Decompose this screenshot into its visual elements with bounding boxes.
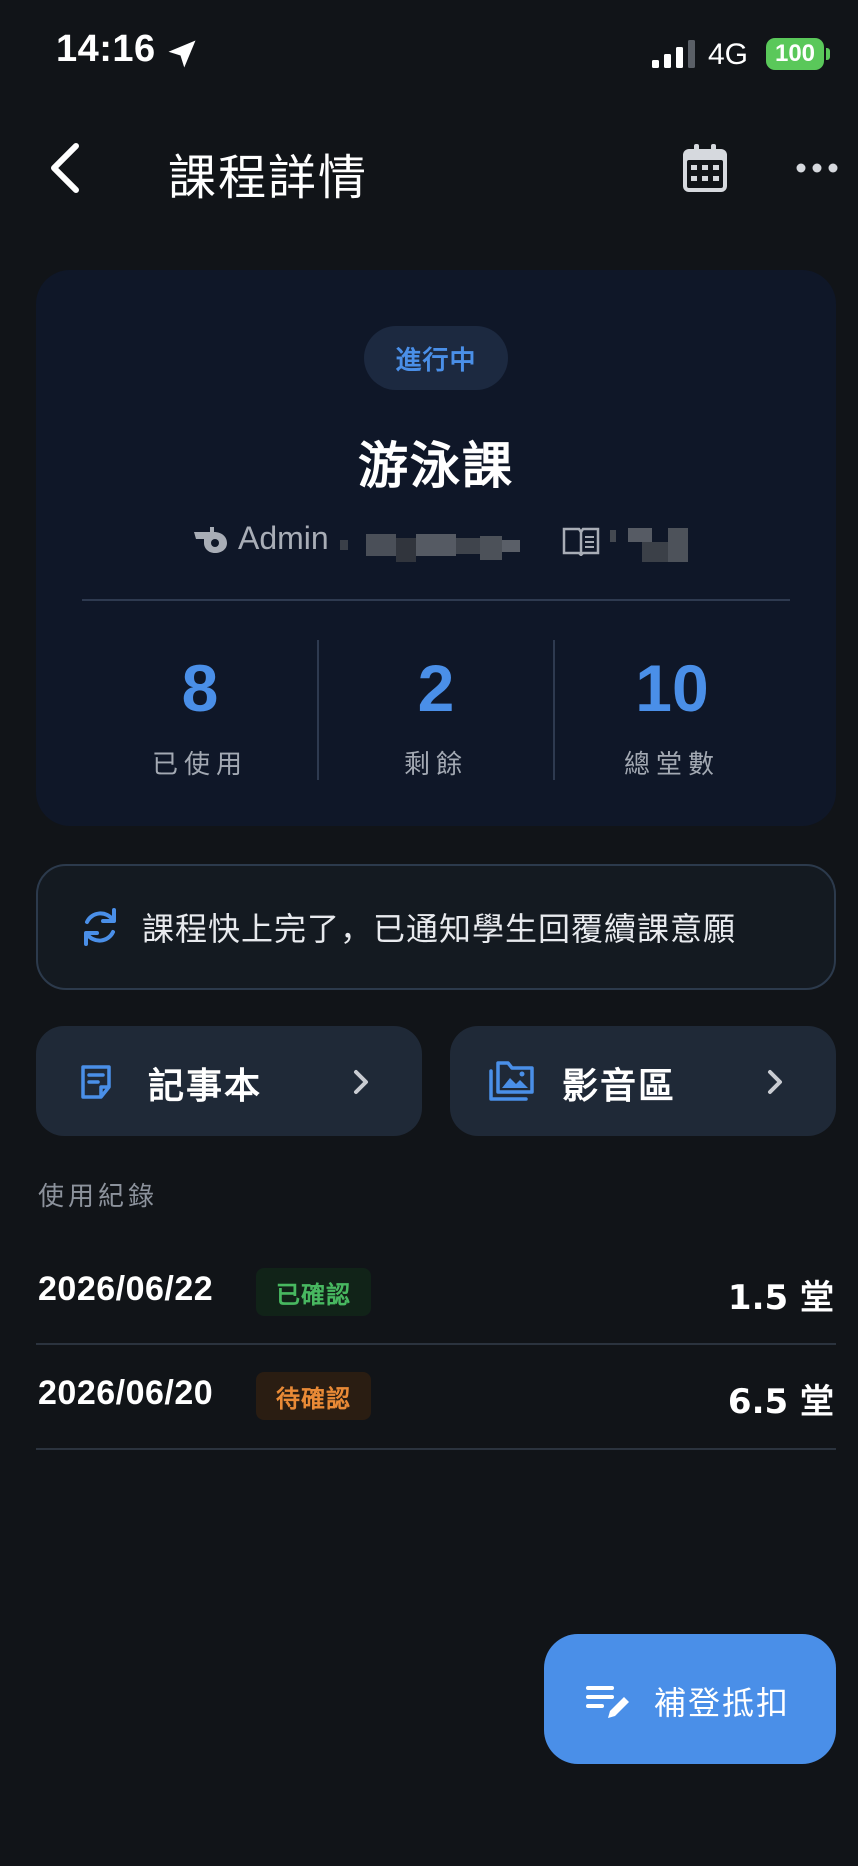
battery-cap — [826, 48, 830, 60]
edit-list-icon — [586, 1686, 629, 1718]
course-status-badge: 進行中 — [364, 326, 508, 390]
book-icon — [562, 527, 600, 556]
back-icon[interactable] — [42, 140, 90, 196]
record-status-badge: 待確認 — [256, 1372, 371, 1420]
media-folder-icon — [489, 1061, 534, 1101]
page-title: 課程詳情 — [168, 150, 369, 206]
usage-records-title: 使用紀錄 — [38, 1182, 159, 1212]
stat-used-value: 8 — [181, 651, 219, 725]
record-status-badge: 已確認 — [256, 1268, 371, 1316]
stat-total-label: 總堂數 — [623, 750, 720, 780]
notepad-button[interactable]: 記事本 — [36, 1026, 422, 1136]
more-icon[interactable] — [794, 150, 840, 186]
whistle-icon — [194, 527, 227, 553]
card-divider — [82, 599, 790, 601]
instructor-name: Admin — [238, 520, 329, 556]
makeup-deduction-label: 補登抵扣 — [654, 1684, 791, 1722]
location-arrow-icon — [168, 40, 196, 68]
stat-total-value: 10 — [635, 651, 709, 725]
stat-used-label: 已使用 — [151, 750, 248, 780]
status-time: 14:16 — [56, 28, 156, 70]
chevron-right-icon — [768, 1070, 782, 1094]
chevron-right-icon — [354, 1070, 368, 1094]
notepad-icon — [81, 1065, 111, 1099]
media-area-button[interactable]: 影音區 — [450, 1026, 836, 1136]
calendar-icon[interactable] — [680, 142, 730, 194]
redacted-course-detail — [610, 528, 690, 564]
media-area-label: 影音區 — [562, 1066, 677, 1107]
course-title: 游泳課 — [358, 437, 514, 495]
redacted-instructor-detail — [340, 534, 520, 562]
usage-record-row[interactable]: 2026/06/20 待確認 6.5 堂 — [0, 1348, 858, 1444]
signal-icon — [652, 40, 695, 68]
record-amount: 1.5 堂 — [727, 1278, 834, 1318]
record-divider — [36, 1343, 836, 1345]
record-date: 2026/06/20 — [38, 1374, 214, 1412]
network-type: 4G — [708, 38, 749, 71]
refresh-icon — [84, 908, 116, 946]
stat-remaining-value: 2 — [417, 651, 455, 725]
notice-text: 課程快上完了，已通知學生回覆續課意願 — [142, 910, 737, 948]
usage-record-row[interactable]: 2026/06/22 已確認 1.5 堂 — [0, 1244, 858, 1340]
record-amount: 6.5 堂 — [727, 1382, 834, 1422]
battery-indicator: 100 — [766, 38, 824, 70]
stat-remaining-label: 剩餘 — [403, 750, 468, 780]
record-date: 2026/06/22 — [38, 1270, 214, 1308]
record-divider — [36, 1448, 836, 1450]
notepad-label: 記事本 — [148, 1066, 263, 1107]
